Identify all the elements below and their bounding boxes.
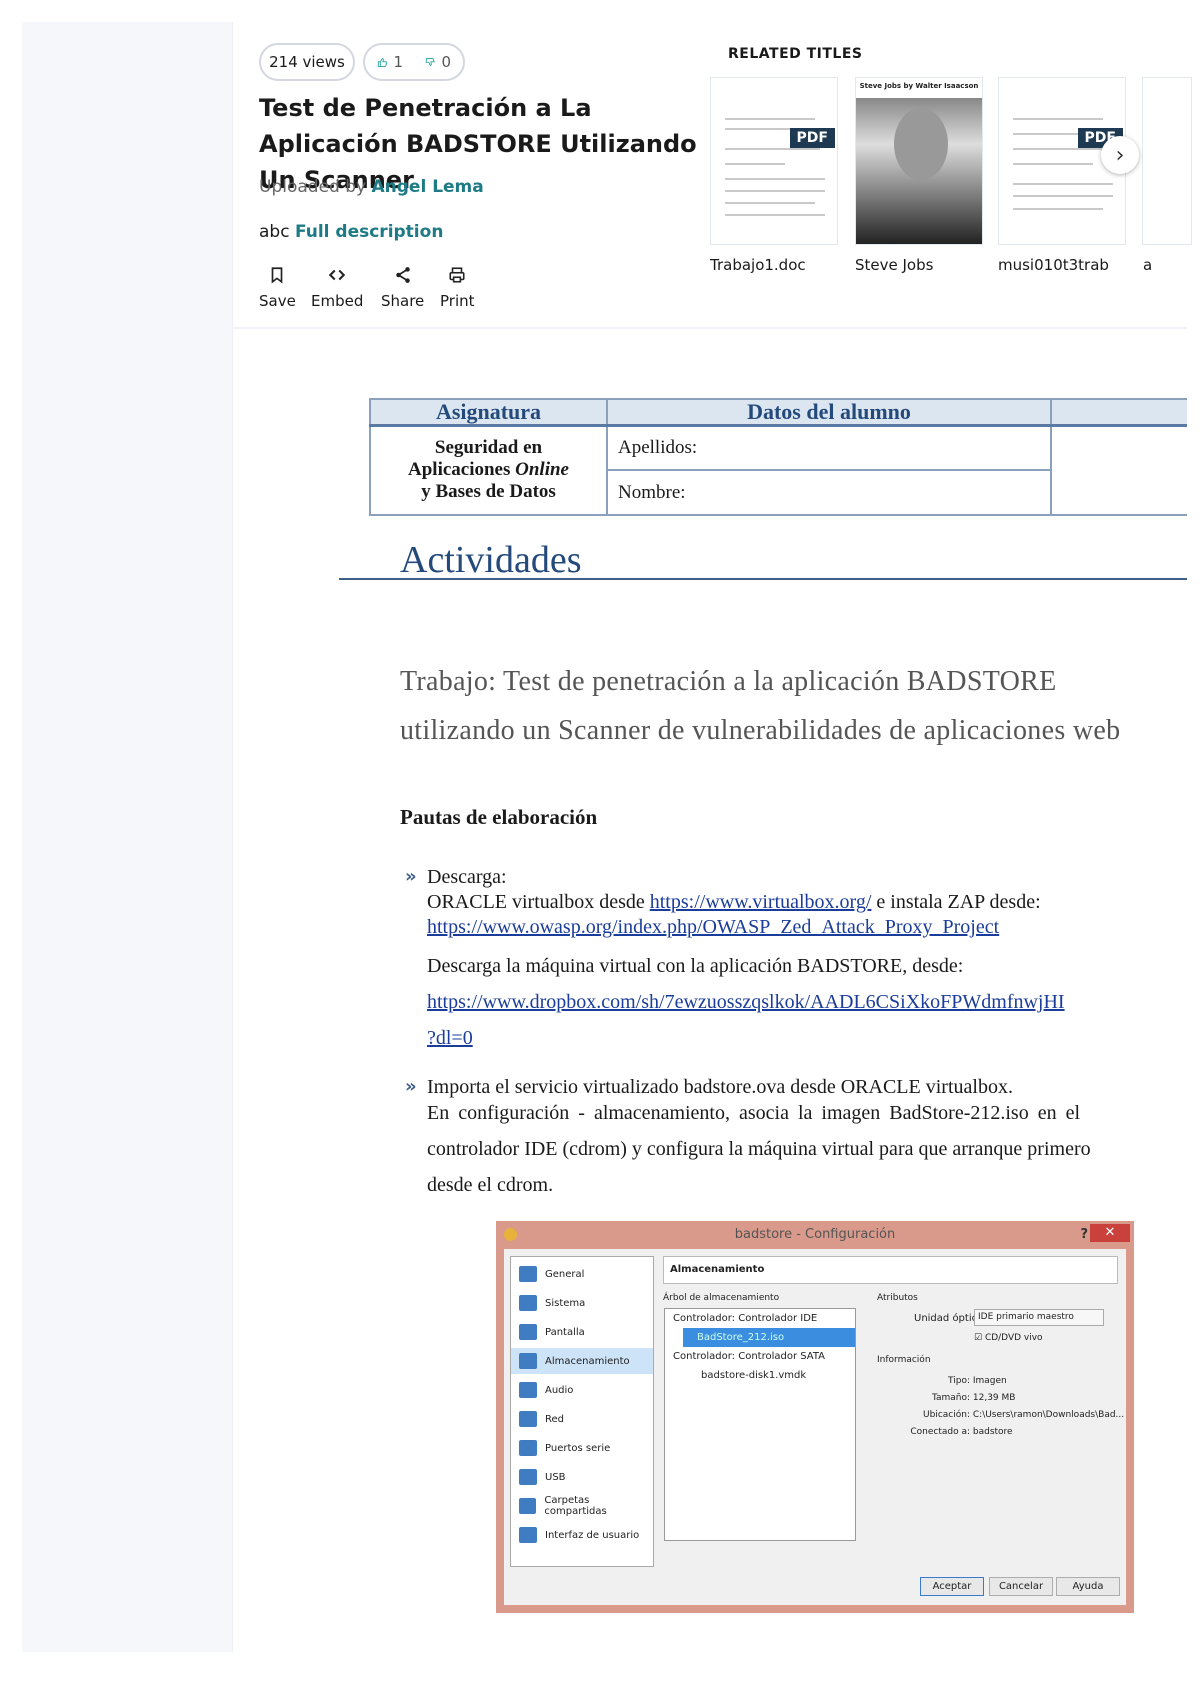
related-thumbnail[interactable]: Steve Jobs by Walter Isaacson — [855, 77, 983, 245]
intro-line: Trabajo: Test de penetración a la aplica… — [400, 666, 1057, 697]
vote-buttons: 1 0 — [363, 43, 465, 81]
share-button[interactable]: Share — [381, 266, 424, 310]
app-icon — [504, 1228, 517, 1241]
full-description-link[interactable]: Full description — [295, 222, 443, 242]
bookmark-icon — [272, 267, 283, 284]
portrait-image — [894, 108, 948, 180]
close-icon: ✕ — [1090, 1224, 1130, 1242]
bullet-icon: » — [405, 1076, 417, 1097]
bullet-icon: » — [405, 866, 417, 887]
related-thumbnail[interactable]: PDF — [710, 77, 838, 245]
code-icon — [329, 269, 346, 281]
related-titles-heading: RELATED TITLES — [728, 46, 863, 62]
section-rule — [339, 578, 1187, 580]
related-title[interactable]: a — [1143, 256, 1152, 274]
book-cover-title: Steve Jobs by Walter Isaacson — [859, 82, 979, 90]
divider — [233, 327, 1187, 329]
next-arrow-button[interactable]: › — [1101, 136, 1139, 174]
thumbs-up-icon[interactable] — [377, 55, 388, 70]
save-button[interactable]: Save — [259, 266, 296, 310]
embed-button[interactable]: Embed — [311, 266, 363, 310]
share-icon — [395, 267, 410, 283]
owasp-link[interactable]: https://www.owasp.org/index.php/OWASP_Ze… — [427, 916, 999, 938]
pdf-badge: PDF — [789, 128, 835, 148]
dropbox-link[interactable]: https://www.dropbox.com/sh/7ewzuosszqslk… — [427, 991, 1065, 1013]
related-title[interactable]: musi010t3trab — [998, 256, 1109, 274]
chevron-right-icon: › — [1115, 142, 1125, 168]
related-thumbnail[interactable] — [1142, 77, 1192, 245]
views-badge: 214 views — [259, 43, 355, 81]
printer-icon — [449, 267, 465, 283]
section-title: Actividades — [400, 539, 582, 581]
related-title[interactable]: Trabajo1.doc — [710, 256, 806, 274]
document-page: AsignaturaDatos del alumnoFe Seguridad e… — [233, 330, 1187, 1698]
student-info-table: AsignaturaDatos del alumnoFe Seguridad e… — [369, 398, 1187, 516]
description: abc Full description — [259, 222, 444, 242]
intro-line: utilizando un Scanner de vulnerabilidade… — [400, 715, 1121, 746]
virtualbox-link[interactable]: https://www.virtualbox.org/ — [650, 891, 872, 913]
uploaded-by: Uploaded by Angel Lema — [259, 177, 484, 197]
subject-cell: Seguridad en Aplicaciones Online y Bases d… — [369, 424, 608, 516]
virtualbox-settings-screenshot: badstore - Configuración? ✕ General Siste… — [496, 1221, 1134, 1613]
dropbox-link-cont[interactable]: ?dl=0 — [427, 1027, 473, 1049]
dialog-titlebar: badstore - Configuración? ✕ — [496, 1221, 1134, 1249]
print-button[interactable]: Print — [440, 266, 475, 310]
related-title[interactable]: Steve Jobs — [855, 256, 933, 274]
uploader-link[interactable]: Angel Lema — [371, 177, 483, 197]
settings-category-list: General Sistema Pantalla Almacenamiento … — [510, 1256, 654, 1567]
thumbs-down-icon[interactable] — [425, 55, 436, 70]
left-sidebar — [22, 22, 233, 1652]
guidelines-heading: Pautas de elaboración — [400, 805, 598, 829]
